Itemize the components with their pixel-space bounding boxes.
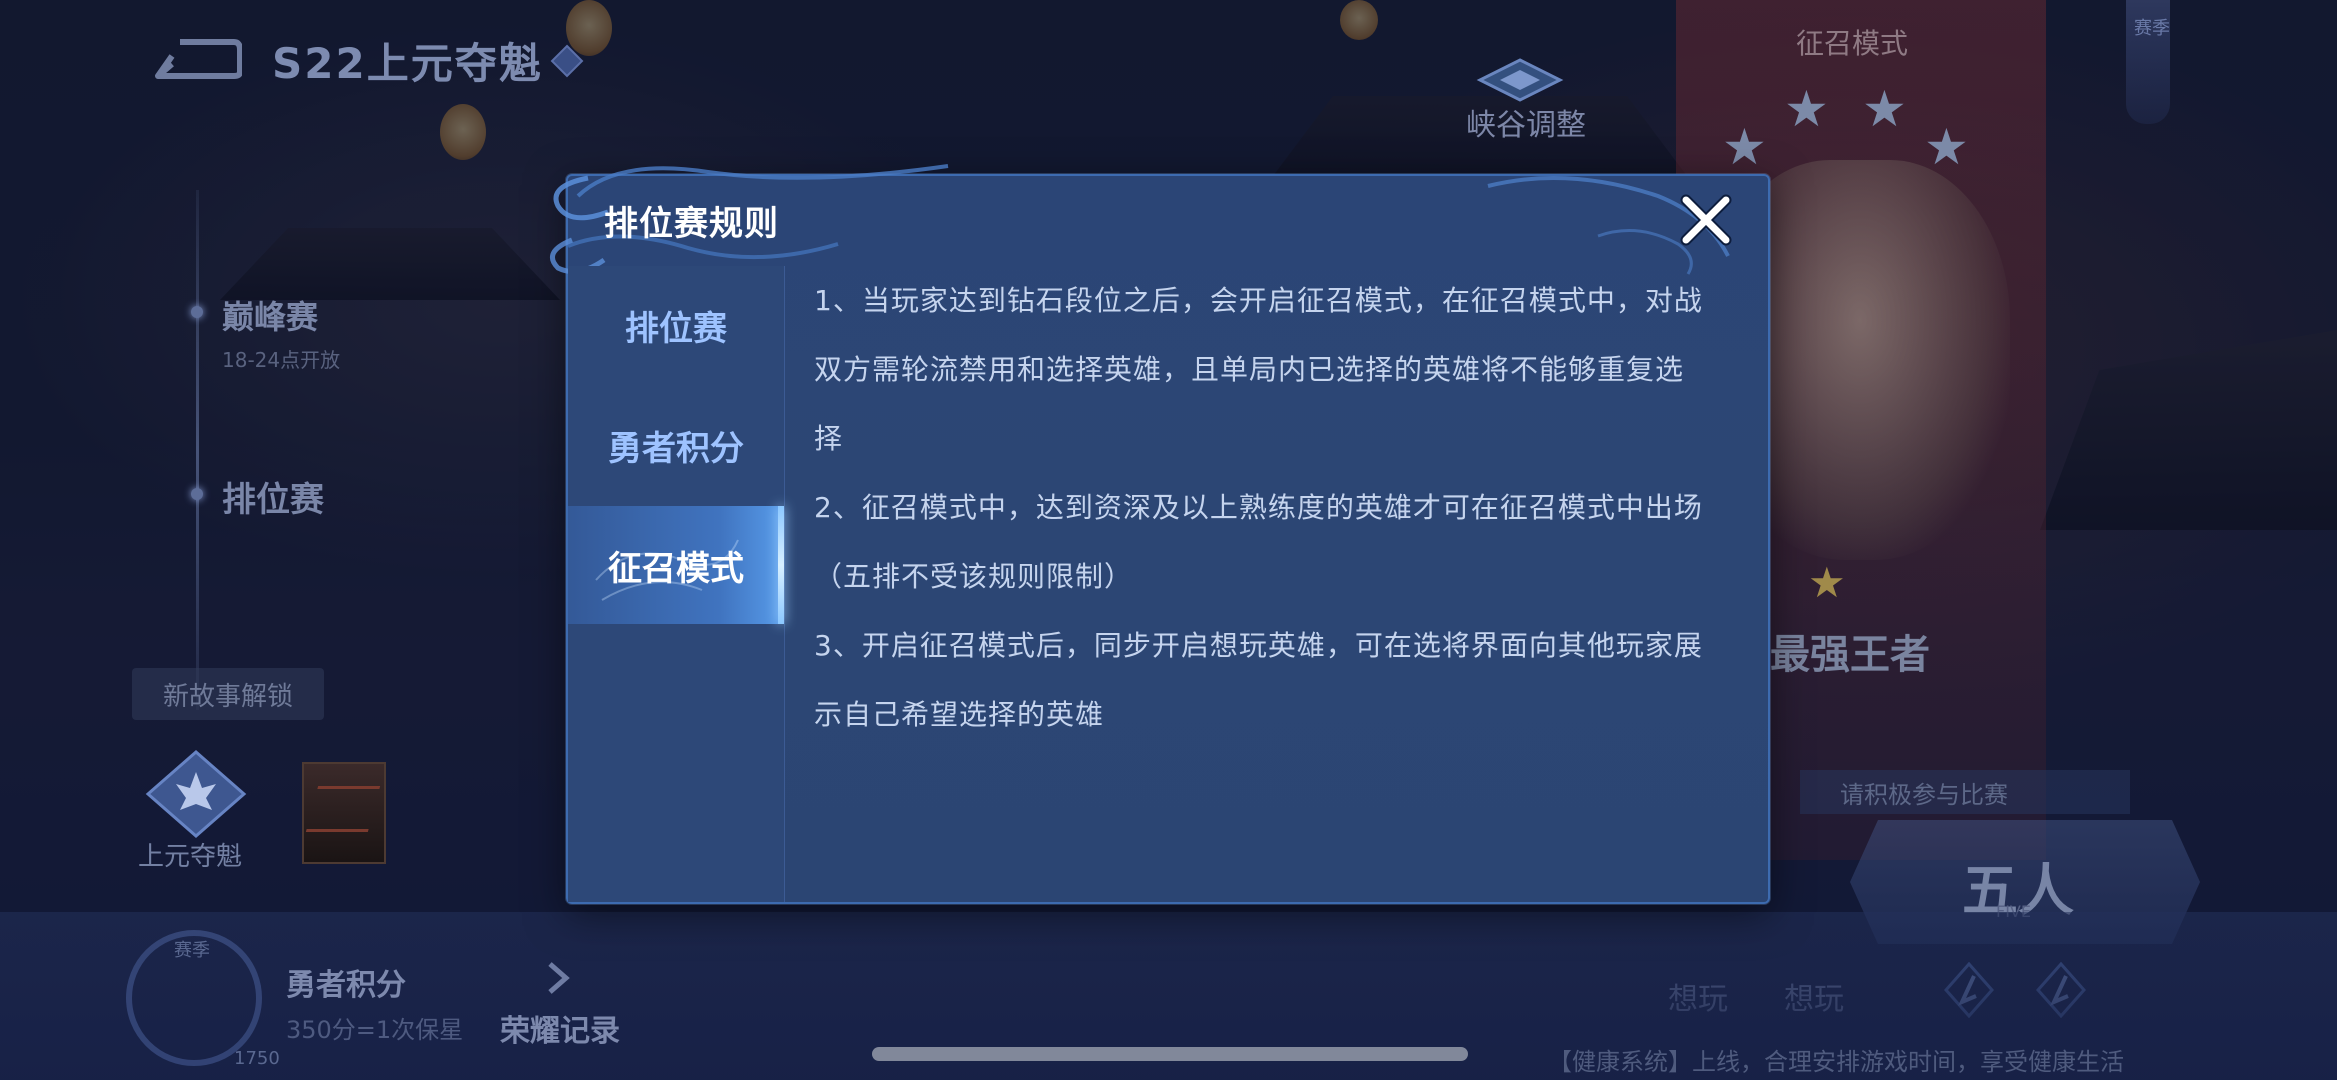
rule-line: 3、开启征召模式后，同步开启想玩英雄，可在选将界面向其他玩家展 <box>814 629 1703 662</box>
star-icon: ★ <box>1924 118 1969 176</box>
rail-dot <box>191 306 203 318</box>
participate-hint: 请积极参与比赛 <box>1800 770 2130 814</box>
active-tab-indicator <box>778 506 784 624</box>
event-card[interactable] <box>302 762 386 864</box>
rules-dialog: 排位赛规则 排位赛 勇者积分 征召模式 1、当玩家达到钻石段位之后，会开启征召模… <box>549 164 1770 904</box>
health-notice: 【健康系统】上线，合理安排游戏时间，享受健康生活 <box>1548 1048 2124 1076</box>
honor-record-label[interactable]: 荣耀记录 <box>500 1006 620 1050</box>
diamond-badge-icon <box>550 44 584 78</box>
tab-ranked[interactable]: 排位赛 <box>568 266 784 384</box>
season-ring-label: 赛季 <box>174 940 210 961</box>
mode-rail <box>196 190 199 710</box>
rule-line: 示自己希望选择的英雄 <box>814 698 1105 731</box>
dialog-title: 排位赛规则 <box>604 204 779 244</box>
tab-label: 勇者积分 <box>608 428 744 469</box>
season-ring-number: 1750 <box>234 1048 280 1069</box>
close-icon[interactable] <box>1676 190 1736 250</box>
mode-ranked[interactable]: 排位赛 <box>222 472 324 521</box>
rule-line: 1、当玩家达到钻石段位之后，会开启征召模式，在征召模式中，对战 <box>814 284 1703 317</box>
rail-dot <box>191 488 203 500</box>
rule-line: 择 <box>814 422 844 455</box>
mode-peak-hours: 18-24点开放 <box>222 348 341 372</box>
story-unlock-button[interactable]: 新故事解锁 <box>132 668 324 720</box>
rule-line: 2、征召模式中，达到资深及以上熟练度的英雄才可在征召模式中出场 <box>814 491 1703 524</box>
brave-points-label[interactable]: 勇者积分 <box>286 960 406 1004</box>
banner-mode-title: 征召模式 <box>1796 27 1909 60</box>
season-title: S22上元夺魁 <box>272 39 543 88</box>
star-icon: ★ <box>1784 80 1829 138</box>
tab-draft-mode[interactable]: 征召模式 <box>568 506 784 624</box>
back-arrow-icon[interactable] <box>150 36 242 80</box>
canyon-adjust-icon[interactable] <box>1474 56 1566 106</box>
tab-label: 征召模式 <box>608 548 744 589</box>
season-tag-label: 赛季 <box>2134 18 2170 39</box>
dialog-header: 排位赛规则 <box>549 164 1768 275</box>
game-screen: S22上元夺魁 巅峰赛 18-24点开放 排位赛 新故事解锁 上元夺魁 峡谷调整… <box>0 0 2337 1080</box>
star-icon: ★ <box>1862 80 1907 138</box>
tab-brave-points[interactable]: 勇者积分 <box>568 386 784 504</box>
rank-name: 最强王者 <box>1770 632 1930 678</box>
rules-text: 1、当玩家达到钻石段位之后，会开启征召模式，在征召模式中，对战 双方需轮流禁用和… <box>814 266 1744 749</box>
event-card-art <box>305 786 381 832</box>
brave-points-rule: 350分=1次保星 <box>286 1016 464 1044</box>
chevron-right-icon[interactable] <box>544 960 572 996</box>
home-indicator[interactable] <box>872 1047 1468 1061</box>
rule-line: 双方需轮流禁用和选择英雄，且单局内已选择的英雄将不能够重复选 <box>814 353 1685 386</box>
maple-leaf-icon[interactable] <box>140 748 252 840</box>
event-name: 上元夺魁 <box>138 842 243 872</box>
tab-label: 排位赛 <box>625 308 727 349</box>
canyon-adjust-label[interactable]: 峡谷调整 <box>1466 100 1586 144</box>
rule-line: （五排不受该规则限制） <box>814 560 1134 593</box>
rules-tab-list: 排位赛 勇者积分 征召模式 <box>568 266 785 902</box>
mode-peak[interactable]: 巅峰赛 <box>222 292 318 338</box>
star-icon: ★ <box>1808 558 1846 607</box>
